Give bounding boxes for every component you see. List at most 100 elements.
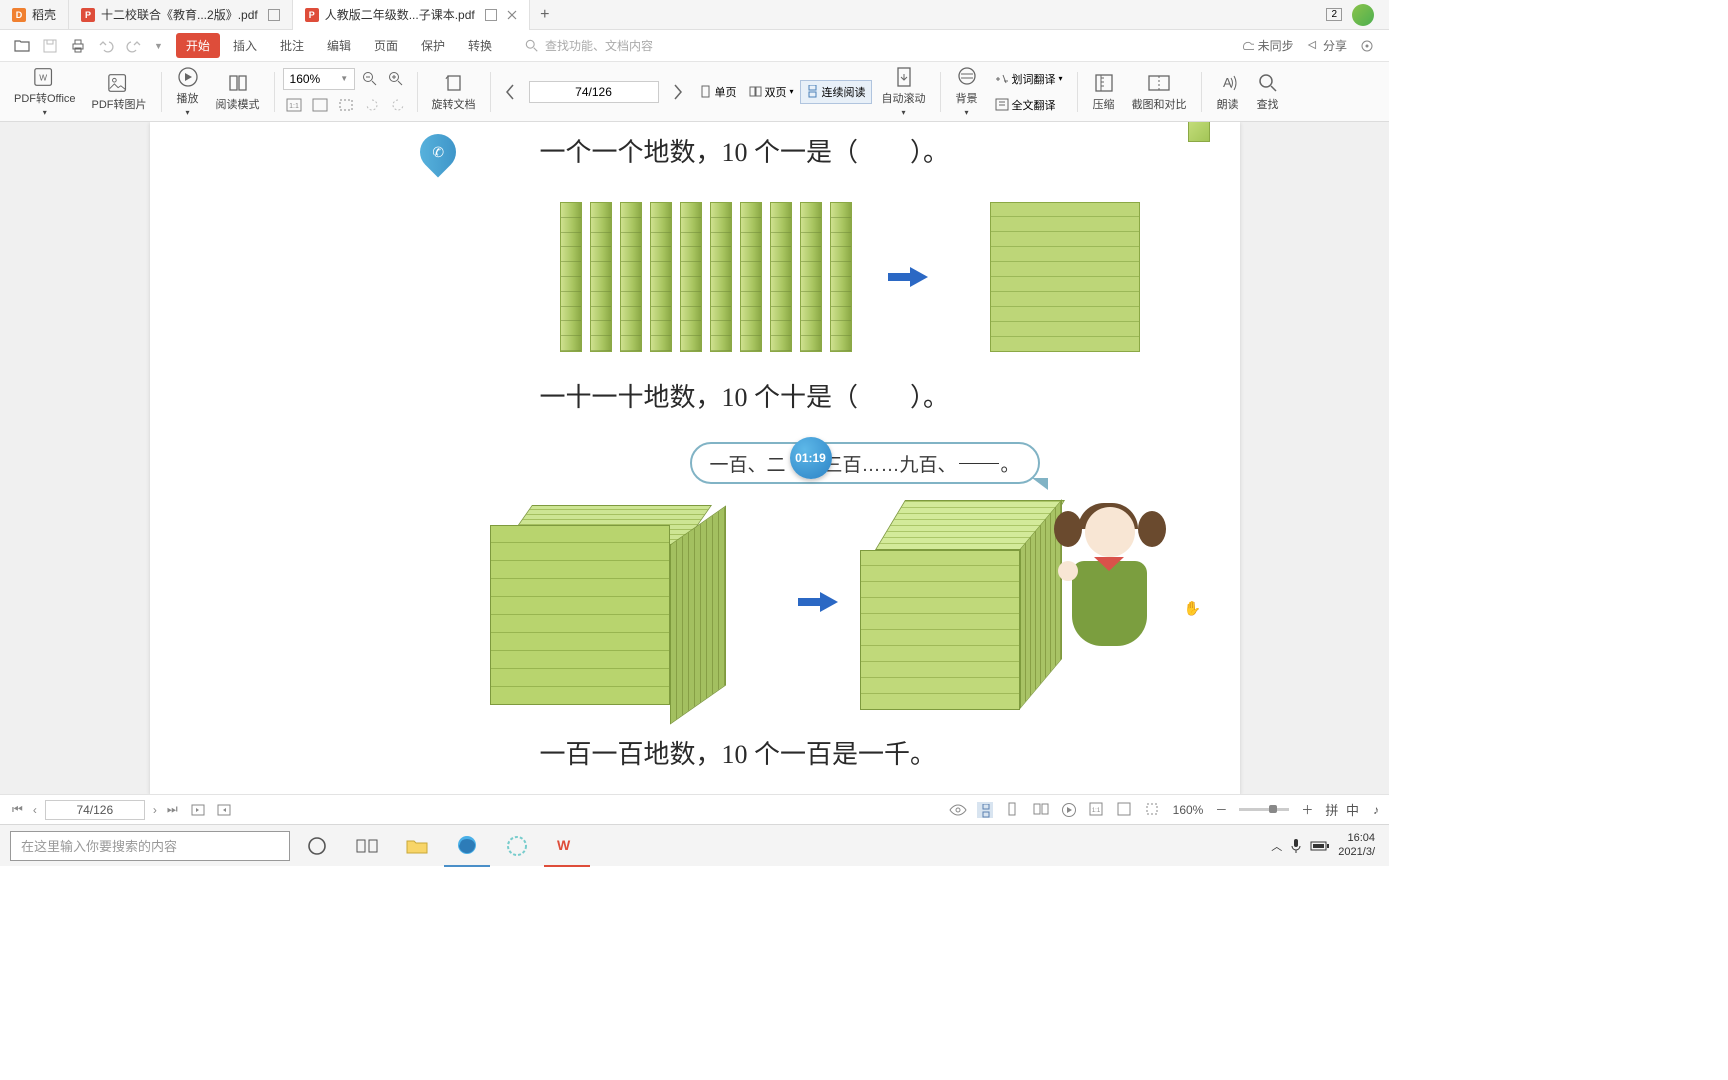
document-canvas[interactable]: ✆ 一个一个地数，10 个一是（ ）。 一十一十地数，10 个十是（ ）。 一百… [0,122,1389,794]
reading-mode-button[interactable]: 阅读模式 [210,68,266,116]
status-bar: ⏮ ‹ 74/126 › ⏭ 1:1 160% － ＋ 拼 中 ♪ [0,794,1389,824]
print-icon[interactable] [70,38,86,54]
ten-rods-illustration [560,202,852,352]
select-icon[interactable] [335,94,357,116]
menu-search[interactable]: 查找功能、文档内容 [525,37,653,54]
timer-badge[interactable]: 01:19 [790,437,832,479]
menu-protect[interactable]: 保护 [411,33,455,58]
app-icon-1[interactable] [494,825,540,867]
first-page-icon[interactable]: ⏮ [10,802,25,817]
share-button[interactable]: 分享 [1306,37,1347,54]
menu-start[interactable]: 开始 [176,33,220,58]
clock-tray[interactable]: 16:04 2021/3/ [1338,832,1379,858]
background-button[interactable]: 背景▾ [949,62,985,121]
wps-icon[interactable]: W [544,825,590,867]
rotate-doc-button[interactable]: 旋转文档 [426,68,482,116]
location-pin-icon: ✆ [420,134,456,180]
fit-page-status-icon[interactable] [1117,802,1133,818]
last-page-icon[interactable]: ⏭ [165,802,180,817]
zoom-in-status-icon[interactable]: ＋ [1301,801,1313,818]
read-aloud-button[interactable]: A 朗读 [1210,68,1246,116]
menu-convert[interactable]: 转换 [458,33,502,58]
single-page-button[interactable]: 单页 [693,80,743,104]
zoom-slider[interactable] [1239,808,1289,811]
battery-tray-icon[interactable] [1310,840,1330,852]
cortana-icon[interactable] [294,825,340,867]
continuous-read-button[interactable]: 连续阅读 [800,80,872,104]
menu-annotate[interactable]: 批注 [270,33,314,58]
play-view-icon[interactable] [1061,802,1077,818]
maximize-icon[interactable] [485,9,497,21]
eye-icon[interactable] [949,802,965,818]
zoom-select[interactable]: 160%▼ [283,68,356,90]
notification-badge[interactable]: 2 [1326,8,1342,21]
save-icon[interactable] [42,38,58,54]
zoom-out-status-icon[interactable]: － [1215,801,1227,818]
fit-page-icon[interactable] [309,94,331,116]
hand-cursor-icon: ✋ [1184,600,1201,617]
folder-icon[interactable] [14,38,30,54]
rotate-right-icon[interactable] [387,94,409,116]
redo-icon[interactable] [126,38,142,54]
history-forward-icon[interactable] [216,802,232,818]
continuous-view-icon[interactable] [977,802,993,818]
pdf-to-office-button[interactable]: W PDF转Office▾ [8,62,82,121]
mic-tray-icon[interactable] [1290,838,1302,854]
history-back-icon[interactable] [190,802,206,818]
text-line-3: 一百一百地数，10 个一百是一千。 [540,734,937,771]
dropdown-arrow-icon[interactable]: ▼ [154,41,163,51]
windows-search-input[interactable]: 在这里输入你要搜索的内容 [10,831,290,861]
tab-daoke[interactable]: D 稻壳 [0,0,69,30]
close-icon[interactable] [507,10,517,20]
svg-text:W: W [39,73,47,83]
settings-icon[interactable] [1359,38,1375,54]
next-page-icon[interactable] [667,81,689,103]
status-zoom-value[interactable]: 160% [1173,803,1204,817]
snip-compare-button[interactable]: 截图和对比 [1126,68,1193,116]
user-avatar[interactable] [1352,4,1374,26]
find-button[interactable]: 查找 [1250,68,1286,116]
play-button[interactable]: 播放▾ [170,62,206,121]
single-view-icon[interactable] [1005,802,1021,818]
ime-indicator[interactable]: 拼 中 [1325,800,1361,819]
undo-icon[interactable] [98,38,114,54]
menu-insert[interactable]: 插入 [223,33,267,58]
page-number-input[interactable]: 74/126 [529,81,659,103]
zoom-in-icon[interactable] [385,68,407,90]
volume-icon[interactable]: ♪ [1373,803,1379,817]
rotate-left-icon[interactable] [361,94,383,116]
prev-page-icon[interactable]: ‹ [31,803,39,817]
fit-width-status-icon[interactable]: 1:1 [1089,802,1105,818]
file-explorer-icon[interactable] [394,825,440,867]
tab-doc-1[interactable]: P 十二校联合《教育...2版》.pdf [69,0,293,30]
next-page-icon[interactable]: › [151,803,159,817]
tray-expand-icon[interactable]: ︿ [1271,838,1282,854]
search-icon [525,39,539,53]
sync-status[interactable]: 未同步 [1240,37,1293,54]
double-page-button[interactable]: 双页▾ [743,80,800,104]
unit-cube-illustration [1188,122,1210,142]
marquee-icon[interactable] [1145,802,1161,818]
svg-text:W: W [557,837,571,853]
ten-hundred-blocks-illustration [490,505,800,705]
zoom-out-icon[interactable] [359,68,381,90]
menu-page[interactable]: 页面 [364,33,408,58]
status-page-input[interactable]: 74/126 [45,800,145,820]
edge-browser-icon[interactable] [444,825,490,867]
fit-width-icon[interactable]: 1:1 [283,94,305,116]
prev-page-icon[interactable] [499,81,521,103]
tab-doc-2-active[interactable]: P 人教版二年级数...子课本.pdf [293,0,530,30]
maximize-icon[interactable] [268,9,280,21]
page-content: ✆ 一个一个地数，10 个一是（ ）。 一十一十地数，10 个十是（ ）。 一百… [150,122,1240,794]
menu-edit[interactable]: 编辑 [317,33,361,58]
compress-button[interactable]: 压缩 [1086,68,1122,116]
hundred-flat-illustration [990,202,1140,352]
auto-scroll-button[interactable]: 自动滚动▾ [876,62,932,121]
svg-text:1:1: 1:1 [289,103,299,110]
new-tab-button[interactable]: + [530,6,560,24]
pdf-to-image-button[interactable]: PDF转图片 [86,68,153,116]
task-view-icon[interactable] [344,825,390,867]
double-view-icon[interactable] [1033,802,1049,818]
full-translate-button[interactable]: 全文翻译 [989,93,1069,117]
word-translate-button[interactable]: 划词翻译▾ [989,67,1069,91]
